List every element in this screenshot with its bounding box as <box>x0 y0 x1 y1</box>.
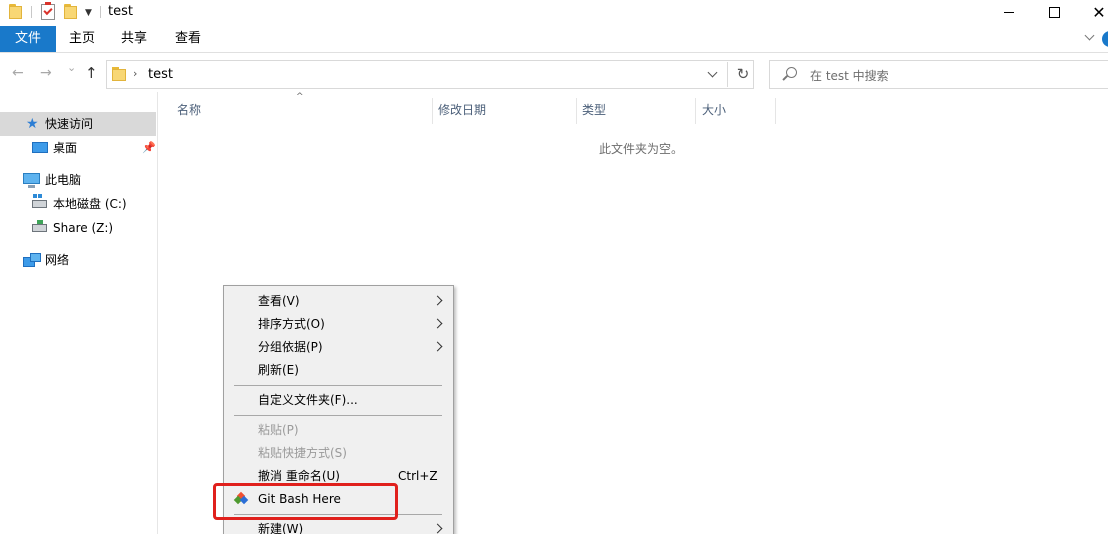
separator <box>100 6 101 18</box>
chevron-right-icon <box>432 341 443 352</box>
drive-icon <box>32 194 47 208</box>
chevron-right-icon <box>432 295 443 306</box>
sidebar-item-label: 桌面 <box>53 141 78 155</box>
menu-item-group-by[interactable]: 分组依据(P) <box>224 336 453 359</box>
address-dropdown-icon[interactable] <box>703 65 723 85</box>
column-header-modified[interactable]: 修改日期 <box>438 94 574 126</box>
column-divider[interactable] <box>576 98 577 124</box>
sidebar-item-share[interactable]: Share (Z:) <box>0 216 156 240</box>
title-bar: ▼ test ✕ <box>0 0 1108 26</box>
tab-file[interactable]: 文件 <box>0 26 56 52</box>
column-divider[interactable] <box>775 98 776 124</box>
menu-item-label: 新建(W) <box>258 522 304 534</box>
search-placeholder: 在 test 中搜索 <box>810 69 889 83</box>
quick-access-dropdown-icon[interactable]: ▼ <box>85 8 92 18</box>
tab-home[interactable]: 主页 <box>60 26 104 52</box>
column-header-size[interactable]: 大小 <box>702 94 772 126</box>
menu-item-customize-folder[interactable]: 自定义文件夹(F)... <box>224 389 453 412</box>
search-input[interactable]: 在 test 中搜索 <box>769 60 1108 89</box>
sidebar-item-desktop[interactable]: 桌面 📌 <box>0 136 156 160</box>
new-folder-icon[interactable] <box>64 4 77 19</box>
tab-view[interactable]: 查看 <box>166 26 210 52</box>
folder-icon <box>112 67 126 81</box>
sidebar-item-local-disk[interactable]: 本地磁盘 (C:) <box>0 192 156 216</box>
menu-item-label: 排序方式(O) <box>258 317 325 331</box>
separator <box>31 6 32 18</box>
navigation-pane: ★ 快速访问 桌面 📌 此电脑 本地磁盘 (C:) Share (Z:) 网络 <box>0 92 158 534</box>
star-icon: ★ <box>26 116 39 132</box>
column-header-type[interactable]: 类型 <box>582 94 692 126</box>
highlight-annotation <box>213 483 398 520</box>
sidebar-item-label: 快速访问 <box>45 117 94 131</box>
column-divider[interactable] <box>695 98 696 124</box>
menu-item-label: 分组依据(P) <box>258 340 323 354</box>
pin-icon[interactable]: 📌 <box>142 136 156 160</box>
menu-item-new[interactable]: 新建(W) <box>224 518 453 534</box>
column-divider[interactable] <box>432 98 433 124</box>
pc-icon <box>23 173 40 188</box>
folder-icon[interactable] <box>9 4 22 19</box>
window-title: test <box>108 4 133 19</box>
separator <box>727 62 728 87</box>
expand-ribbon-icon[interactable] <box>1083 30 1097 44</box>
menu-item-label: 粘贴(P) <box>258 423 299 437</box>
minimize-button[interactable] <box>986 0 1032 24</box>
menu-item-sort-by[interactable]: 排序方式(O) <box>224 313 453 336</box>
menu-item-view[interactable]: 查看(V) <box>224 290 453 313</box>
menu-separator <box>234 415 442 416</box>
maximize-button[interactable] <box>1031 0 1077 24</box>
tab-share[interactable]: 共享 <box>112 26 156 52</box>
chevron-right-icon <box>432 523 443 534</box>
menu-separator <box>234 385 442 386</box>
sidebar-item-label: 本地磁盘 (C:) <box>53 197 127 211</box>
sidebar-item-label: 网络 <box>45 253 70 267</box>
sidebar-item-this-pc[interactable]: 此电脑 <box>0 168 156 192</box>
refresh-button[interactable]: ↻ <box>732 63 754 85</box>
menu-item-label: 粘贴快捷方式(S) <box>258 446 347 460</box>
properties-icon[interactable] <box>41 2 55 20</box>
column-header-name[interactable]: 名称 <box>177 94 431 126</box>
network-drive-icon <box>32 220 47 232</box>
search-icon <box>786 67 797 78</box>
breadcrumb-chevron-icon[interactable]: › <box>133 67 137 80</box>
menu-item-label: 查看(V) <box>258 294 300 308</box>
sidebar-item-network[interactable]: 网络 <box>0 248 156 272</box>
ribbon-tabs: 文件 主页 共享 查看 <box>0 26 1108 53</box>
up-icon[interactable]: ↑ <box>85 64 98 82</box>
menu-item-refresh[interactable]: 刷新(E) <box>224 359 453 382</box>
menu-item-label: 自定义文件夹(F)... <box>258 393 358 407</box>
chevron-right-icon <box>432 318 443 329</box>
sidebar-item-label: 此电脑 <box>45 173 82 187</box>
desktop-icon <box>32 142 48 153</box>
menu-item-label: 刷新(E) <box>258 363 299 377</box>
menu-item-paste: 粘贴(P) <box>224 419 453 442</box>
recent-locations-icon[interactable]: ⌄ <box>67 61 76 74</box>
empty-folder-message: 此文件夹为空。 <box>599 142 684 156</box>
breadcrumb-test[interactable]: test <box>148 67 173 82</box>
back-icon[interactable]: ← <box>12 65 24 81</box>
menu-item-accelerator: Ctrl+Z <box>398 469 438 483</box>
sidebar-item-label: Share (Z:) <box>53 221 114 235</box>
menu-item-paste-shortcut: 粘贴快捷方式(S) <box>224 442 453 465</box>
network-icon <box>23 252 41 267</box>
forward-icon[interactable]: → <box>40 65 52 81</box>
address-bar[interactable]: › test <box>106 60 754 89</box>
sidebar-item-quick-access[interactable]: ★ 快速访问 <box>0 112 156 136</box>
close-button[interactable]: ✕ <box>1076 0 1108 24</box>
